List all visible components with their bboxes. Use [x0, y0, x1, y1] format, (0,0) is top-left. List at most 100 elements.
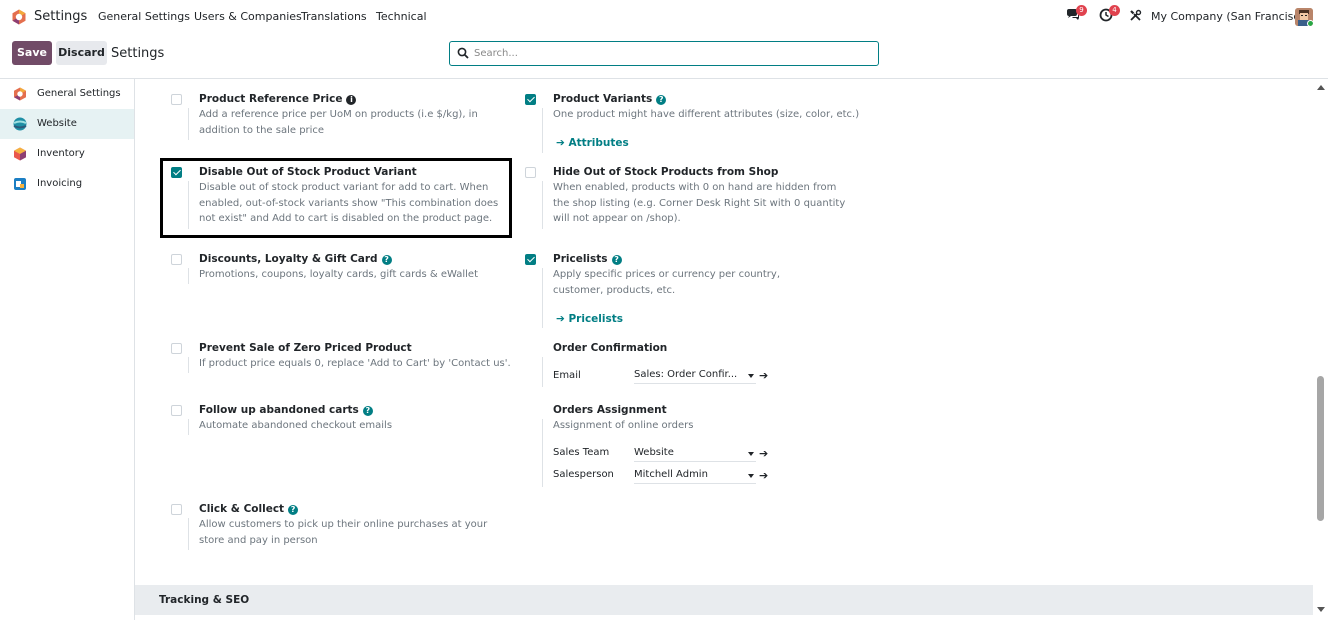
product-reference-price-description: Add a reference price per UoM on product…: [199, 109, 478, 136]
help-icon[interactable]: ?: [381, 255, 392, 265]
setting-divider: [542, 108, 543, 153]
odoo-settings-logo-icon[interactable]: [11, 9, 27, 25]
search-box[interactable]: [449, 41, 879, 66]
salesperson-select[interactable]: Mitchell Admin: [634, 469, 756, 484]
setting-title-text: Product Reference Price: [199, 93, 343, 105]
scrollbar-thumb[interactable]: [1317, 376, 1324, 521]
click-collect-checkbox[interactable]: [171, 504, 182, 515]
orders-assignment-title: Orders Assignment: [553, 404, 667, 416]
menu-general-settings[interactable]: General Settings: [98, 10, 190, 23]
sidebar-item-label: Inventory: [37, 148, 85, 159]
menu-translations[interactable]: Translations: [301, 10, 367, 23]
inventory-app-icon: [14, 147, 26, 161]
caret-down-icon: [748, 474, 754, 478]
prevent-zero-price-title: Prevent Sale of Zero Priced Product: [199, 342, 412, 354]
external-link-arrow-icon[interactable]: ➔: [759, 447, 768, 460]
sidebar-item-general-settings[interactable]: General Settings: [0, 79, 134, 109]
pricelists-title: Pricelists?: [553, 253, 622, 265]
setting-divider: [188, 108, 189, 140]
help-icon[interactable]: ?: [362, 406, 373, 416]
sidebar-item-website[interactable]: Website: [0, 109, 134, 139]
search-icon: [457, 47, 469, 59]
menu-technical[interactable]: Technical: [376, 10, 427, 23]
arrow-right-icon: ➔: [556, 313, 569, 325]
save-button[interactable]: Save: [12, 41, 52, 65]
sidebar-item-invoicing[interactable]: Invoicing: [0, 169, 134, 199]
help-icon[interactable]: ?: [288, 505, 299, 515]
app-title[interactable]: Settings: [34, 9, 87, 24]
setting-divider: [542, 181, 543, 229]
caret-down-icon: [748, 452, 754, 456]
email-label: Email: [553, 370, 581, 381]
orders-assignment-description: Assignment of online orders: [553, 420, 694, 431]
disable-oos-variant-checkbox[interactable]: [171, 167, 182, 178]
activities-count-badge: 4: [1109, 5, 1120, 16]
setting-title-text: Discounts, Loyalty & Gift Card: [199, 253, 378, 265]
external-link-arrow-icon[interactable]: ➔: [759, 369, 768, 382]
help-icon[interactable]: ?: [656, 95, 667, 105]
activities-button[interactable]: 4: [1099, 5, 1120, 25]
info-icon[interactable]: i: [346, 95, 357, 105]
settings-sidebar: General Settings Website Inventory Invoi…: [0, 79, 135, 620]
click-collect-description: Allow customers to pick up their online …: [199, 519, 488, 546]
product-variants-checkbox[interactable]: [525, 94, 536, 105]
discounts-loyalty-checkbox[interactable]: [171, 254, 182, 265]
hide-oos-products-checkbox[interactable]: [525, 167, 536, 178]
messages-count-badge: 9: [1076, 5, 1087, 16]
setting-divider: [542, 419, 543, 487]
pricelists-checkbox[interactable]: [525, 254, 536, 265]
click-collect-title: Click & Collect?: [199, 503, 299, 515]
product-variants-description: One product might have different attribu…: [553, 109, 860, 120]
hide-oos-products-description: When enabled, products with 0 on hand ar…: [553, 182, 846, 224]
link-label: Attributes: [568, 137, 629, 149]
follow-up-carts-description: Automate abandoned checkout emails: [199, 420, 393, 431]
disable-oos-variant-description: Disable out of stock product variant for…: [199, 182, 499, 224]
discounts-loyalty-description: Promotions, coupons, loyalty cards, gift…: [199, 269, 478, 280]
breadcrumb: Settings: [111, 46, 165, 61]
search-input[interactable]: [474, 46, 864, 61]
section-header-title: Tracking & SEO: [159, 594, 250, 606]
sales-team-select[interactable]: Website: [634, 447, 756, 462]
section-header-tracking-seo: Tracking & SEO: [135, 585, 1313, 615]
online-status-dot: [1307, 20, 1313, 26]
attributes-link[interactable]: ➔ Attributes: [556, 137, 629, 149]
setting-divider: [542, 357, 543, 387]
follow-up-carts-checkbox[interactable]: [171, 405, 182, 416]
menu-users-companies[interactable]: Users & Companies: [194, 10, 302, 23]
prevent-zero-price-checkbox[interactable]: [171, 343, 182, 354]
setting-divider: [188, 518, 189, 550]
debug-tools-button[interactable]: [1129, 9, 1142, 25]
caret-down-icon: [748, 374, 754, 378]
tools-icon: [1130, 9, 1142, 21]
setting-title-text: Click & Collect: [199, 503, 285, 515]
pricelists-description: Apply specific prices or currency per co…: [553, 269, 781, 296]
pricelists-link[interactable]: ➔ Pricelists: [556, 313, 623, 325]
sales-team-label: Sales Team: [553, 447, 610, 458]
messages-button[interactable]: 9: [1066, 5, 1087, 25]
vertical-scrollbar[interactable]: [1313, 79, 1328, 620]
product-reference-price-checkbox[interactable]: [171, 94, 182, 105]
setting-divider: [188, 357, 189, 373]
select-value: Sales: Order Confir...: [634, 369, 738, 380]
header-divider: [0, 78, 1328, 79]
disable-oos-variant-title: Disable Out of Stock Product Variant: [199, 166, 417, 178]
follow-up-carts-title: Follow up abandoned carts?: [199, 404, 373, 416]
user-avatar[interactable]: [1295, 8, 1313, 26]
company-switcher[interactable]: My Company (San Francisco): [1151, 10, 1310, 23]
sidebar-item-inventory[interactable]: Inventory: [0, 139, 134, 169]
discounts-loyalty-title: Discounts, Loyalty & Gift Card?: [199, 253, 392, 265]
scroll-down-arrow-icon[interactable]: [1317, 607, 1325, 612]
website-app-icon: [13, 117, 27, 131]
order-confirmation-email-select[interactable]: Sales: Order Confir...: [634, 369, 756, 384]
setting-title-text: Follow up abandoned carts: [199, 404, 359, 416]
setting-divider: [542, 268, 543, 328]
help-icon[interactable]: ?: [611, 255, 622, 265]
sidebar-item-label: Invoicing: [37, 178, 83, 189]
settings-app-icon: [14, 87, 26, 101]
external-link-arrow-icon[interactable]: ➔: [759, 469, 768, 482]
scroll-up-arrow-icon[interactable]: [1317, 85, 1325, 90]
product-reference-price-title: Product Reference Price i: [199, 93, 357, 105]
top-navbar: Settings General Settings Users & Compan…: [0, 0, 1328, 34]
discard-button[interactable]: Discard: [56, 41, 107, 65]
sidebar-item-label: Website: [37, 118, 77, 129]
